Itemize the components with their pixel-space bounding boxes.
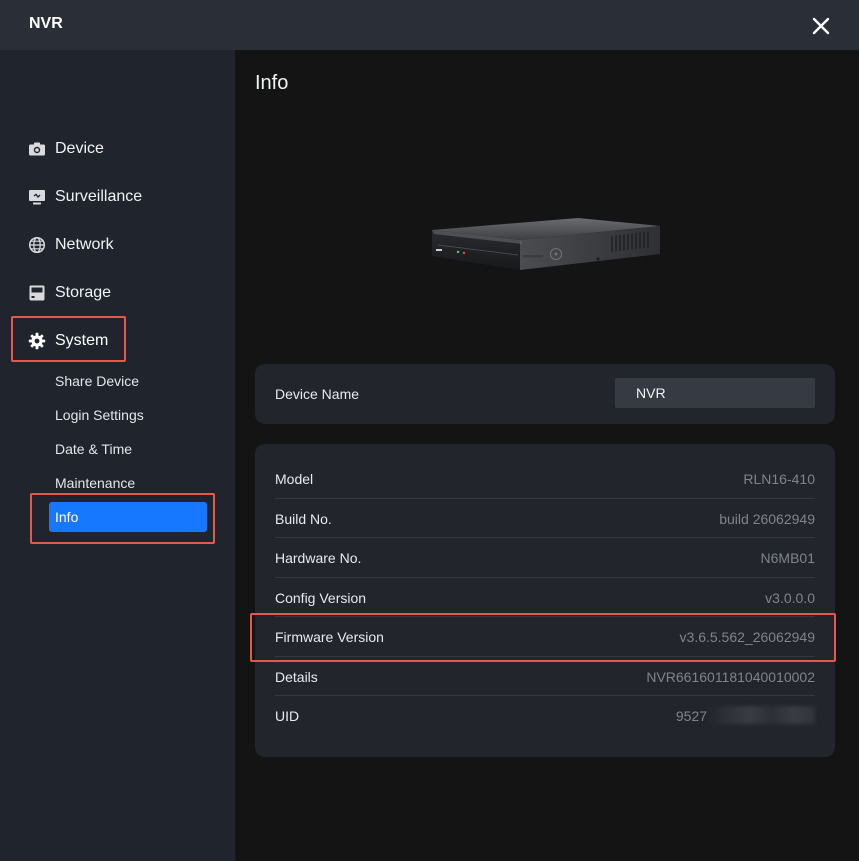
- sidebar-item-label: System: [55, 332, 109, 349]
- sidebar-subitem-share-device[interactable]: Share Device: [55, 373, 139, 389]
- info-row-uid: UID 9527: [275, 696, 815, 736]
- info-key: Model: [275, 471, 314, 487]
- close-icon[interactable]: [808, 13, 834, 39]
- page-title: Info: [255, 72, 289, 94]
- info-value: v3.0.0.0: [765, 589, 815, 606]
- info-row-hardware-no: Hardware No. N6MB01: [275, 538, 815, 578]
- info-value: 9527: [675, 708, 707, 724]
- sidebar-item-label: Storage: [55, 284, 112, 301]
- sidebar-subitem-login-settings[interactable]: Login Settings: [55, 407, 144, 423]
- info-value: N6MB01: [760, 550, 815, 566]
- info-row-details: Details NVR661601181040010002: [275, 657, 815, 696]
- sidebar-item-label: Surveillance: [55, 188, 143, 205]
- device-name-input[interactable]: [615, 378, 815, 408]
- info-key: Firmware Version: [275, 629, 384, 645]
- info-key: Config Version: [275, 589, 367, 606]
- title-bar: NVR: [0, 0, 859, 50]
- sidebar-subitem-label: Info: [55, 509, 79, 525]
- sidebar-subitem-info[interactable]: Info: [49, 502, 207, 532]
- info-value: RLN16-410: [743, 471, 815, 487]
- info-value: v3.6.5.562_26062949: [679, 629, 815, 645]
- app-window: NVR Device Surveillance Network Storage …: [0, 0, 859, 861]
- info-row-build-no: Build No. build 26062949: [275, 499, 815, 538]
- globe-icon: [28, 236, 46, 254]
- info-key: Details: [275, 668, 318, 685]
- info-row-firmware-version: Firmware Version v3.6.5.562_26062949: [275, 617, 815, 657]
- sidebar-item-device[interactable]: Device: [28, 137, 104, 161]
- info-value: build 26062949: [719, 510, 815, 527]
- uid-redacted-blur: [707, 706, 815, 724]
- window-title: NVR: [29, 15, 63, 32]
- sidebar-item-label: Network: [55, 236, 114, 253]
- device-name-label: Device Name: [275, 386, 360, 402]
- nvr-device-image: [432, 218, 660, 270]
- info-key: Build No.: [275, 510, 332, 527]
- device-info-card: Model RLN16-410 Build No. build 26062949…: [255, 444, 835, 757]
- sidebar-item-storage[interactable]: Storage: [28, 281, 111, 305]
- info-value: NVR661601181040010002: [646, 668, 815, 685]
- gear-icon: [28, 332, 46, 350]
- sidebar-item-system[interactable]: System: [28, 329, 108, 353]
- sidebar-item-label: Device: [55, 140, 104, 157]
- sidebar-subitem-date-time[interactable]: Date & Time: [55, 441, 132, 457]
- sidebar-item-surveillance[interactable]: Surveillance: [28, 185, 142, 209]
- sidebar-subitem-maintenance[interactable]: Maintenance: [55, 475, 135, 491]
- info-row-model: Model RLN16-410: [275, 459, 815, 499]
- info-row-config-version: Config Version v3.0.0.0: [275, 578, 815, 617]
- info-key: UID: [275, 708, 300, 724]
- device-name-card: Device Name: [255, 364, 835, 424]
- camera-icon: [28, 140, 46, 158]
- storage-icon: [28, 284, 46, 302]
- monitor-icon: [28, 188, 46, 206]
- sidebar-item-network[interactable]: Network: [28, 233, 114, 257]
- info-key: Hardware No.: [275, 550, 362, 566]
